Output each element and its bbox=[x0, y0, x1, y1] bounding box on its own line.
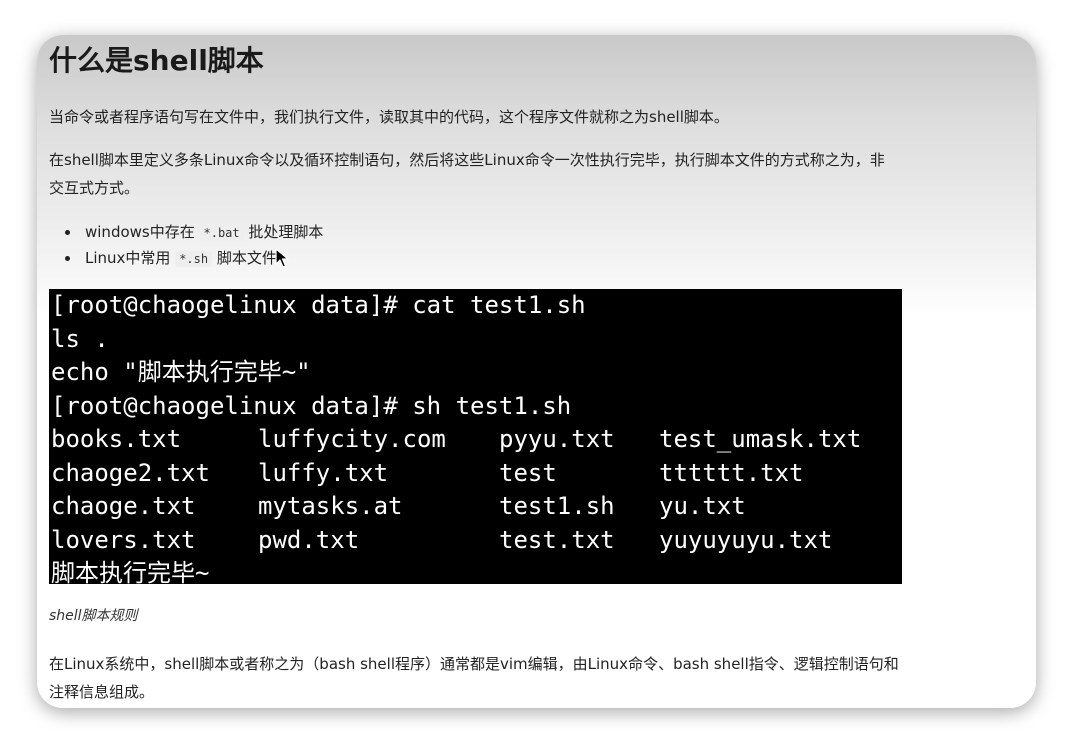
rules-paragraph: 在Linux系统中，shell脚本或者称之为（bash shell程序）通常都是… bbox=[49, 655, 899, 701]
inline-code: *.sh bbox=[175, 251, 213, 267]
terminal-line: echo "脚本执行完毕~" bbox=[51, 358, 311, 386]
ls-cell: tttttt.txt bbox=[659, 458, 804, 487]
ls-output-row: lovers.txt pwd.txt test.txt yuyuyuyu.txt bbox=[51, 524, 902, 558]
ls-cell: mytasks.at bbox=[258, 492, 403, 520]
description-paragraph: 在shell脚本里定义多条Linux命令以及循环控制语句，然后将这些Linux命… bbox=[49, 151, 885, 197]
ls-output-row: books.txt luffycity.com pyyu.txt test_umask… bbox=[51, 423, 902, 457]
screenshot-window: 什么是shell脚本 当命令或者程序语句写在文件中，我们执行文件，读取其中的代码… bbox=[37, 35, 1036, 708]
ls-cell: test.txt bbox=[499, 525, 615, 554]
terminal-screenshot: [root@chaogelinux data]# cat test1.sh ls … bbox=[49, 289, 902, 584]
ls-cell: luffy.txt bbox=[258, 458, 389, 487]
inline-code: *.bat bbox=[199, 225, 244, 241]
ls-cell: pwd.txt bbox=[258, 525, 360, 554]
list-item-windows: windows中存在 *.bat 批处理脚本 bbox=[49, 219, 323, 245]
list-item-prefix: windows中存在 bbox=[85, 223, 200, 241]
terminal-line: ls . bbox=[51, 324, 109, 353]
ls-cell: lovers.txt bbox=[51, 525, 196, 554]
ls-cell: luffycity.com bbox=[258, 425, 446, 453]
ls-cell: yu.txt bbox=[659, 492, 746, 520]
terminal-line: [root@chaogelinux data]# sh test1.sh bbox=[51, 391, 572, 420]
ls-output-row: chaoge2.txt luffy.txt test tttttt.txt bbox=[51, 457, 902, 491]
terminal-line: [root@chaogelinux data]# cat test1.sh bbox=[51, 291, 586, 319]
terminal-line: 脚本执行完毕~ bbox=[51, 559, 210, 584]
list-item-suffix: 批处理脚本 bbox=[243, 223, 324, 241]
ls-cell: test bbox=[499, 458, 557, 487]
intro-paragraph: 当命令或者程序语句写在文件中，我们执行文件，读取其中的代码，这个程序文件就称之为… bbox=[49, 108, 729, 126]
ls-cell: books.txt bbox=[51, 425, 182, 453]
list-item-prefix: Linux中常用 bbox=[85, 249, 176, 267]
ls-cell: test_umask.txt bbox=[659, 425, 862, 453]
ls-cell: pyyu.txt bbox=[499, 425, 615, 453]
mouse-pointer-icon bbox=[275, 248, 289, 268]
page-title: 什么是shell脚本 bbox=[49, 44, 264, 77]
section-caption: shell脚本规则 bbox=[49, 608, 138, 624]
ls-cell: test1.sh bbox=[499, 492, 615, 520]
ls-cell: chaoge.txt bbox=[51, 492, 196, 520]
ls-cell: yuyuyuyu.txt bbox=[659, 525, 833, 554]
ls-cell: chaoge2.txt bbox=[51, 458, 210, 487]
list-item-suffix: 脚本文件 bbox=[212, 249, 277, 267]
ls-output-row: chaoge.txt mytasks.at test1.sh yu.txt bbox=[51, 490, 902, 524]
